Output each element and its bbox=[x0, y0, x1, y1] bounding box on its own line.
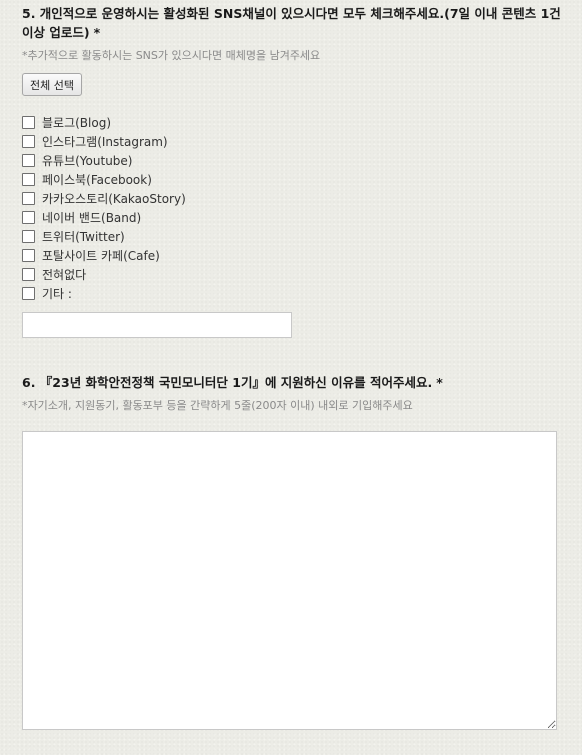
question-6-title: 6. 『23년 화학안전정책 국민모니터단 1기』에 지원하신 이유를 적어주세… bbox=[22, 373, 562, 392]
checkbox[interactable] bbox=[22, 192, 35, 205]
checkbox[interactable] bbox=[22, 154, 35, 167]
required-mark: * bbox=[436, 375, 443, 390]
option-instagram[interactable]: 인스타그램(Instagram) bbox=[22, 132, 186, 151]
option-label: 네이버 밴드(Band) bbox=[42, 211, 142, 225]
option-label: 카카오스토리(KakaoStory) bbox=[42, 192, 186, 206]
option-cafe[interactable]: 포탈사이트 카페(Cafe) bbox=[22, 246, 186, 265]
checkbox[interactable] bbox=[22, 135, 35, 148]
option-blog[interactable]: 블로그(Blog) bbox=[22, 113, 186, 132]
checkbox[interactable] bbox=[22, 249, 35, 262]
application-reason-textarea[interactable] bbox=[22, 431, 557, 730]
checkbox[interactable] bbox=[22, 287, 35, 300]
option-kakaostory[interactable]: 카카오스토리(KakaoStory) bbox=[22, 189, 186, 208]
required-mark: * bbox=[93, 25, 101, 40]
checkbox[interactable] bbox=[22, 116, 35, 129]
option-label: 페이스북(Facebook) bbox=[42, 173, 152, 187]
option-label: 트위터(Twitter) bbox=[42, 230, 125, 244]
option-label: 블로그(Blog) bbox=[42, 116, 112, 130]
checkbox[interactable] bbox=[22, 211, 35, 224]
option-label: 유튜브(Youtube) bbox=[42, 154, 133, 168]
checkbox[interactable] bbox=[22, 173, 35, 186]
checkbox[interactable] bbox=[22, 230, 35, 243]
sns-option-list: 블로그(Blog) 인스타그램(Instagram) 유튜브(Youtube) … bbox=[22, 113, 186, 303]
question-6-subtitle: *자기소개, 지원동기, 활동포부 등을 간략하게 5줄(200자 이내) 내외… bbox=[22, 399, 413, 412]
option-label: 인스타그램(Instagram) bbox=[42, 135, 168, 149]
option-none[interactable]: 전혀없다 bbox=[22, 265, 186, 284]
checkbox[interactable] bbox=[22, 268, 35, 281]
option-band[interactable]: 네이버 밴드(Band) bbox=[22, 208, 186, 227]
other-sns-input[interactable] bbox=[22, 312, 292, 338]
question-6-title-text: 6. 『23년 화학안전정책 국민모니터단 1기』에 지원하신 이유를 적어주세… bbox=[22, 375, 433, 390]
select-all-button[interactable]: 전체 선택 bbox=[22, 73, 82, 96]
question-5-title: 5. 개인적으로 운영하시는 활성화된 SNS채널이 있으시다면 모두 체크해주… bbox=[22, 4, 562, 42]
question-5-subtitle: *추가적으로 활동하시는 SNS가 있으시다면 매체명을 남겨주세요 bbox=[22, 49, 321, 62]
option-twitter[interactable]: 트위터(Twitter) bbox=[22, 227, 186, 246]
option-youtube[interactable]: 유튜브(Youtube) bbox=[22, 151, 186, 170]
option-label: 기타 : bbox=[42, 287, 72, 301]
option-label: 포탈사이트 카페(Cafe) bbox=[42, 249, 160, 263]
option-other[interactable]: 기타 : bbox=[22, 284, 186, 303]
question-5-title-text: 5. 개인적으로 운영하시는 활성화된 SNS채널이 있으시다면 모두 체크해주… bbox=[22, 6, 561, 40]
option-facebook[interactable]: 페이스북(Facebook) bbox=[22, 170, 186, 189]
option-label: 전혀없다 bbox=[42, 268, 87, 282]
